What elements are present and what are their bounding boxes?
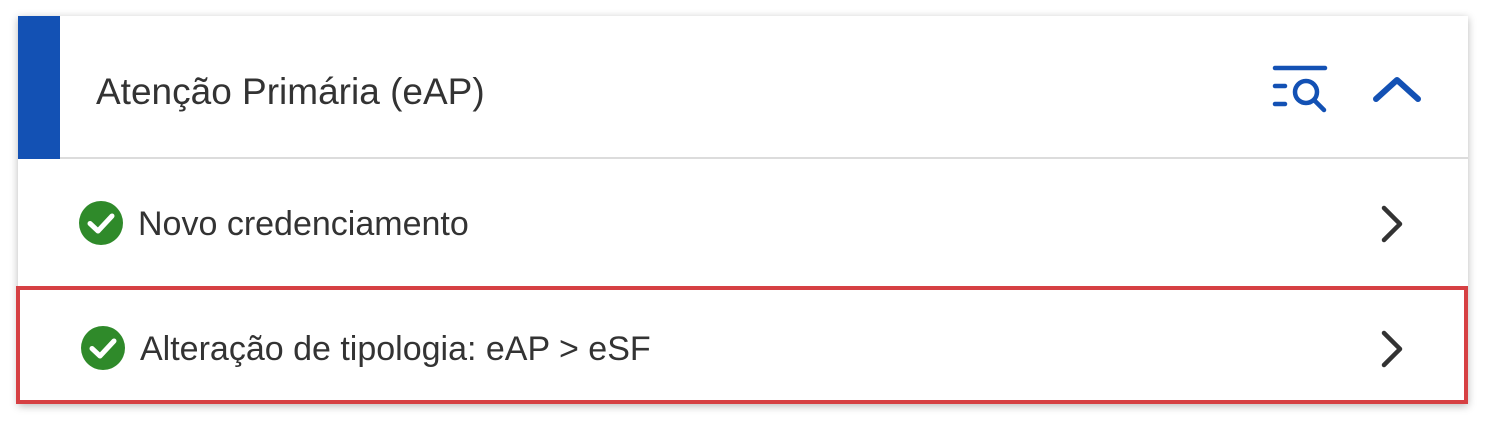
chevron-right-icon <box>1381 330 1403 368</box>
panel-title: Atenção Primária (eAP) <box>96 71 485 112</box>
accent-bar <box>18 16 60 159</box>
list-item-label: Novo credenciamento <box>138 205 469 243</box>
collapse-button[interactable] <box>1366 64 1428 116</box>
chevron-up-icon <box>1373 77 1421 102</box>
accordion-panel: Atenção Primária (eAP) Novo credenciamen… <box>16 16 1468 404</box>
check-circle-icon <box>79 201 123 245</box>
list-item-label: Alteração de tipologia: eAP > eSF <box>140 330 651 368</box>
filter-search-button[interactable] <box>1268 60 1334 120</box>
list-item-alteracao-tipologia[interactable]: Alteração de tipologia: eAP > eSF <box>16 286 1468 404</box>
list-search-icon <box>1272 65 1328 113</box>
list-item-novo-credenciamento[interactable]: Novo credenciamento <box>18 159 1468 279</box>
chevron-right-icon <box>1381 205 1403 243</box>
accordion-header[interactable]: Atenção Primária (eAP) <box>18 16 1468 159</box>
check-circle-icon <box>81 326 125 370</box>
